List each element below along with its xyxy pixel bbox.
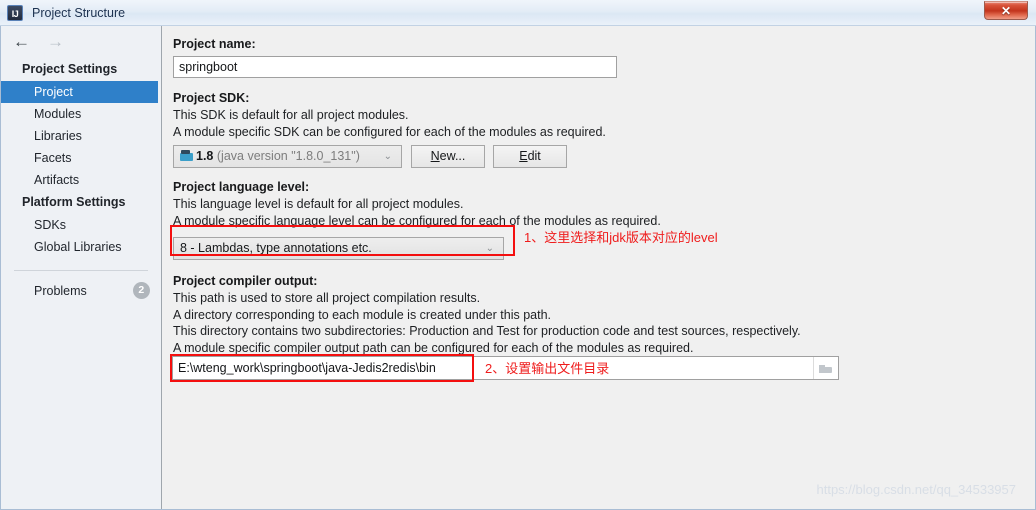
back-arrow-icon[interactable]: ← [13, 33, 30, 50]
close-button[interactable]: ✕ [984, 1, 1028, 20]
project-sdk-detail: (java version "1.8.0_131") [216, 149, 360, 163]
main-content-panel: Project name: springboot Project SDK: Th… [162, 26, 1035, 509]
navigation-arrows: ← → [1, 26, 161, 58]
forward-arrow-icon: → [47, 32, 64, 51]
project-sdk-combo[interactable]: 1.8 (java version "1.8.0_131") ⌄ [173, 145, 402, 168]
project-sdk-label: Project SDK: [173, 91, 250, 105]
project-sdk-description-2: A module specific SDK can be configured … [173, 124, 606, 139]
sidebar-item-global-libraries[interactable]: Global Libraries [1, 236, 161, 258]
jdk-icon [180, 150, 193, 161]
annotation-text-1: 1、这里选择和jdk版本对应的level [524, 230, 718, 245]
sidebar-item-artifacts[interactable]: Artifacts [1, 169, 161, 191]
sidebar-group-platform-settings: Platform Settings [22, 195, 126, 209]
window-body: ← → Project Settings Project Modules Lib… [0, 26, 1036, 510]
new-sdk-button-label: ew... [439, 149, 466, 163]
language-level-label: Project language level: [173, 180, 310, 194]
sidebar-item-problems[interactable]: Problems 2 [1, 271, 161, 299]
compiler-output-description-4: A module specific compiler output path c… [173, 340, 694, 355]
chevron-down-icon: ⌄ [383, 151, 392, 162]
project-name-input[interactable]: springboot [173, 56, 617, 78]
folder-icon [819, 364, 832, 373]
intellij-app-icon: IJ [7, 4, 23, 21]
problems-count-badge: 2 [132, 282, 150, 299]
browse-folder-button[interactable] [813, 357, 838, 379]
project-name-label: Project name: [173, 37, 256, 51]
chevron-down-icon: ⌄ [485, 243, 494, 254]
sidebar: ← → Project Settings Project Modules Lib… [1, 26, 162, 509]
problems-label: Problems [34, 283, 87, 298]
sidebar-item-modules[interactable]: Modules [1, 103, 161, 125]
compiler-output-description-1: This path is used to store all project c… [173, 291, 481, 305]
new-sdk-button[interactable]: New... [411, 145, 485, 168]
sidebar-item-sdks[interactable]: SDKs [1, 214, 161, 236]
sidebar-item-facets[interactable]: Facets [1, 147, 161, 169]
project-sdk-version: 1.8 [196, 149, 214, 163]
sidebar-item-libraries[interactable]: Libraries [1, 125, 161, 147]
edit-sdk-button[interactable]: Edit [493, 145, 567, 168]
edit-sdk-button-mnemonic: E [519, 149, 528, 163]
sidebar-group-project-settings: Project Settings [22, 62, 118, 76]
language-level-description-2: A module specific language level can be … [173, 213, 661, 228]
annotation-text-2: 2、设置输出文件目录 [485, 361, 610, 376]
language-level-combo[interactable]: 8 - Lambdas, type annotations etc. ⌄ [173, 237, 504, 260]
title-bar: IJ Project Structure ✕ [0, 0, 1036, 26]
language-level-value: 8 - Lambdas, type annotations etc. [180, 241, 372, 255]
compiler-output-description-3: This directory contains two subdirectori… [173, 324, 801, 338]
language-level-description-1: This language level is default for all p… [173, 197, 464, 211]
edit-sdk-button-label: dit [527, 149, 541, 163]
compiler-output-label: Project compiler output: [173, 274, 318, 288]
new-sdk-button-mnemonic: N [430, 149, 440, 163]
window-title: Project Structure [32, 5, 126, 20]
sidebar-item-project[interactable]: Project [1, 81, 158, 103]
project-sdk-description-1: This SDK is default for all project modu… [173, 108, 409, 122]
compiler-output-description-2: A directory corresponding to each module… [173, 307, 551, 322]
project-structure-window: IJ Project Structure ✕ ← → Project Setti… [0, 0, 1036, 510]
watermark: https://blog.csdn.net/qq_34533957 [816, 482, 1017, 497]
